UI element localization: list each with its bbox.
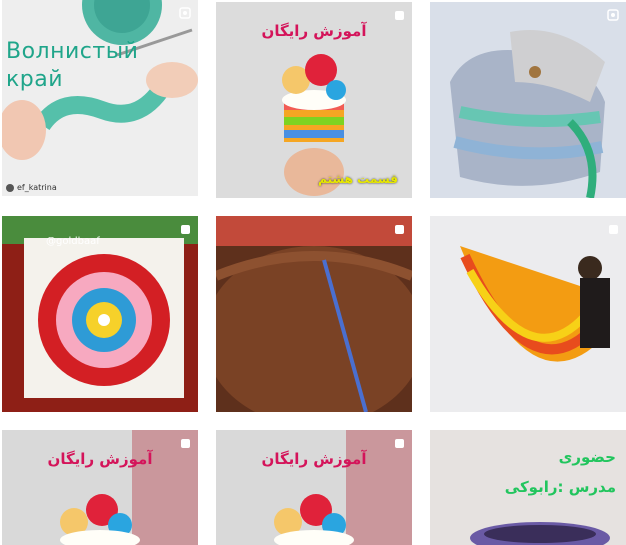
post-image-yarn-knitting (2, 0, 198, 196)
video-icon (178, 6, 192, 20)
post-tile-6[interactable] (430, 216, 626, 412)
post-caption-line-2: مدرس :رابوکی (504, 478, 616, 496)
post-subtitle: قسمت هشتم (318, 172, 398, 186)
post-title: آموزش رایگان (261, 450, 367, 468)
post-grid: Волнистый край ef_katrina آموزش رایگان قس… (0, 0, 626, 545)
post-tile-9[interactable]: حضوری مدرس :رابوکی (430, 430, 626, 545)
post-tile-2[interactable]: آموزش رایگان قسمت هشتم (216, 2, 412, 198)
carousel-icon (178, 222, 192, 236)
username-tag: ef_katrina (6, 183, 57, 192)
carousel-icon (606, 222, 620, 236)
post-image-brown-basket (216, 216, 412, 412)
video-icon (606, 8, 620, 22)
carousel-icon (392, 436, 406, 450)
post-tile-8[interactable]: آموزش رایگان (216, 430, 412, 545)
carousel-icon (392, 8, 406, 22)
post-caption: Волнистый край (6, 38, 138, 94)
post-tile-4[interactable]: @goldbaaf (2, 216, 198, 412)
post-image-crochet-jar (216, 430, 412, 545)
avatar (6, 183, 14, 192)
post-tile-5[interactable] (216, 216, 412, 412)
post-title: آموزش رایگان (261, 22, 367, 40)
post-tile-3[interactable] (430, 2, 626, 198)
post-title: آموزش رایگان (47, 450, 153, 468)
post-caption-line-1: حضوری (558, 448, 616, 466)
post-tile-1[interactable]: Волнистый край ef_katrina (2, 0, 198, 196)
caption-line-1: Волнистый (6, 39, 139, 64)
post-image-granny-square (2, 216, 198, 412)
caption-line-2: край (6, 67, 64, 92)
post-image-shawl (430, 216, 626, 412)
carousel-icon (178, 436, 192, 450)
watermark: @goldbaaf (46, 236, 100, 247)
post-image-crochet-jar (2, 430, 198, 545)
carousel-icon (392, 222, 406, 236)
username-label: ef_katrina (17, 183, 57, 192)
post-tile-7[interactable]: آموزش رایگان (2, 430, 198, 545)
post-image-crochet-bag (430, 2, 626, 198)
